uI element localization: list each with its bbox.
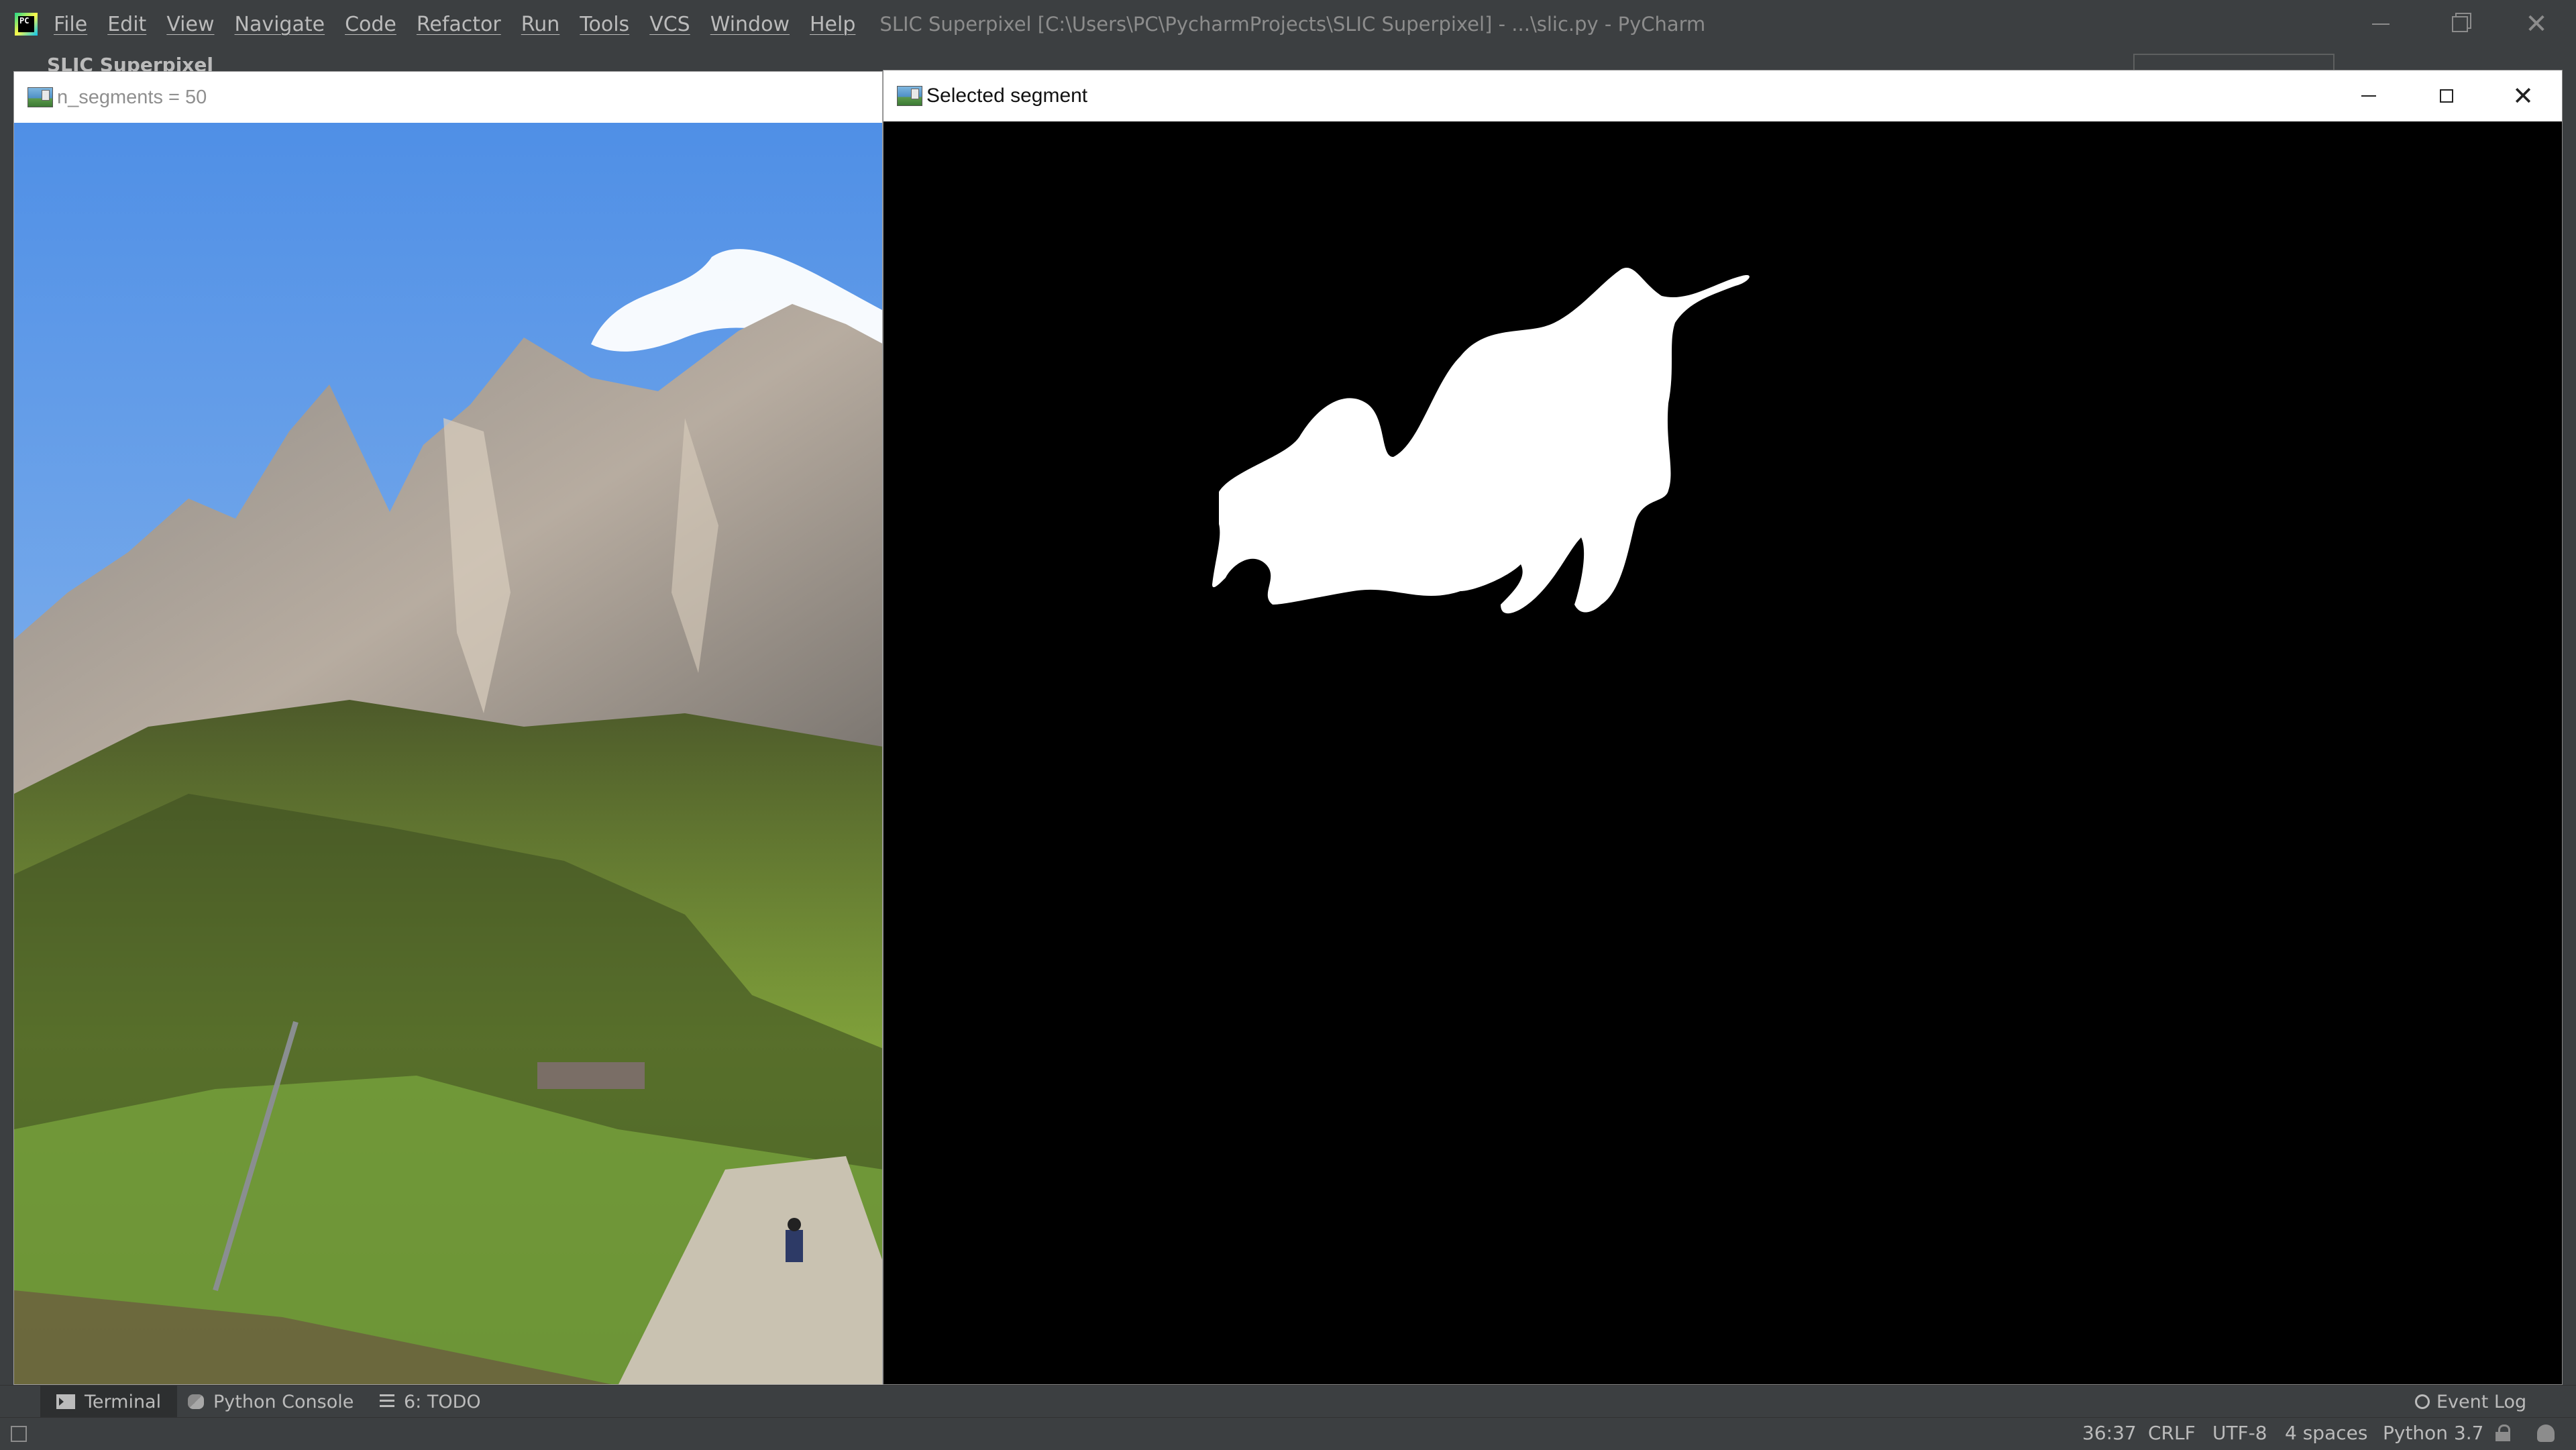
event-log-icon	[2415, 1394, 2430, 1409]
tab-python-console[interactable]: Python Console	[188, 1386, 354, 1418]
image-window-maximize-button[interactable]	[2408, 70, 2485, 121]
image-window-titlebar[interactable]: Selected segment ✕	[883, 70, 2562, 121]
todo-list-icon	[380, 1394, 394, 1409]
tool-window-bar: Terminal Python Console 6: TODO Event Lo…	[0, 1385, 2576, 1418]
menu-run[interactable]: Run	[521, 13, 560, 36]
menu-edit[interactable]: Edit	[107, 13, 146, 36]
window-title: SLIC Superpixel [C:\Users\PC\PycharmProj…	[879, 13, 1706, 36]
menu-window[interactable]: Window	[710, 13, 790, 36]
logo-text: PC	[18, 16, 34, 32]
mountain-photo-graphic	[14, 123, 882, 1384]
menu-help[interactable]: Help	[810, 13, 855, 36]
menu-file[interactable]: File	[54, 13, 87, 36]
menu-vcs[interactable]: VCS	[649, 13, 690, 36]
status-caret-position[interactable]: 36:37	[2082, 1422, 2137, 1444]
ide-title-bar: PC File Edit View Navigate Code Refactor…	[0, 0, 2576, 48]
inspector-icon[interactable]	[2537, 1425, 2555, 1442]
toggle-tool-windows-icon[interactable]	[11, 1426, 27, 1442]
menu-code[interactable]: Code	[345, 13, 396, 36]
ide-minimize-button[interactable]	[2341, 0, 2420, 48]
terminal-icon	[56, 1394, 75, 1409]
image-window-title: n_segments = 50	[57, 86, 207, 108]
image-window-n-segments[interactable]: n_segments = 50	[13, 71, 883, 1385]
image-window-icon	[28, 87, 53, 107]
ide-restore-button[interactable]	[2420, 0, 2500, 48]
tab-label: Terminal	[85, 1391, 162, 1412]
minimize-icon	[2372, 23, 2390, 25]
segment-mask-graphic	[1212, 268, 1750, 614]
tab-label: Python Console	[213, 1391, 354, 1412]
image-window-title: Selected segment	[926, 85, 1088, 107]
python-console-icon	[188, 1394, 204, 1409]
minimize-icon	[2361, 95, 2376, 97]
maximize-icon	[2440, 89, 2453, 103]
image-window-close-button[interactable]: ✕	[2484, 70, 2562, 121]
close-icon: ✕	[2525, 9, 2548, 40]
image-window-titlebar[interactable]: n_segments = 50	[14, 72, 882, 123]
image-window-icon	[897, 86, 922, 106]
lock-icon[interactable]	[2496, 1425, 2510, 1442]
tab-label: Event Log	[2436, 1391, 2527, 1412]
segment-mask-image	[883, 121, 2562, 1384]
status-encoding[interactable]: UTF-8	[2212, 1422, 2267, 1444]
close-icon: ✕	[2512, 81, 2534, 111]
ide-close-button[interactable]: ✕	[2497, 0, 2576, 48]
menu-tools[interactable]: Tools	[580, 13, 629, 36]
status-indent[interactable]: 4 spaces	[2285, 1422, 2367, 1444]
image-window-minimize-button[interactable]	[2330, 70, 2408, 121]
tab-event-log[interactable]: Event Log	[2415, 1386, 2526, 1418]
restore-icon	[2452, 16, 2468, 32]
status-line-separator[interactable]: CRLF	[2148, 1422, 2196, 1444]
right-tool-strip	[2561, 72, 2576, 1388]
mountain-photo	[14, 123, 882, 1384]
tab-label: 6: TODO	[404, 1391, 481, 1412]
menu-view[interactable]: View	[166, 13, 214, 36]
pycharm-logo-icon[interactable]: PC	[15, 13, 38, 36]
status-interpreter[interactable]: Python 3.7	[2383, 1422, 2484, 1444]
status-bar: 36:37 CRLF UTF-8 4 spaces Python 3.7	[0, 1417, 2576, 1450]
menu-refactor[interactable]: Refactor	[417, 13, 501, 36]
tab-terminal[interactable]: Terminal	[40, 1386, 178, 1418]
menu-navigate[interactable]: Navigate	[235, 13, 325, 36]
image-window-selected-segment[interactable]: Selected segment ✕	[883, 70, 2563, 1385]
left-tool-strip	[0, 72, 13, 1388]
tab-todo[interactable]: 6: TODO	[380, 1386, 481, 1418]
